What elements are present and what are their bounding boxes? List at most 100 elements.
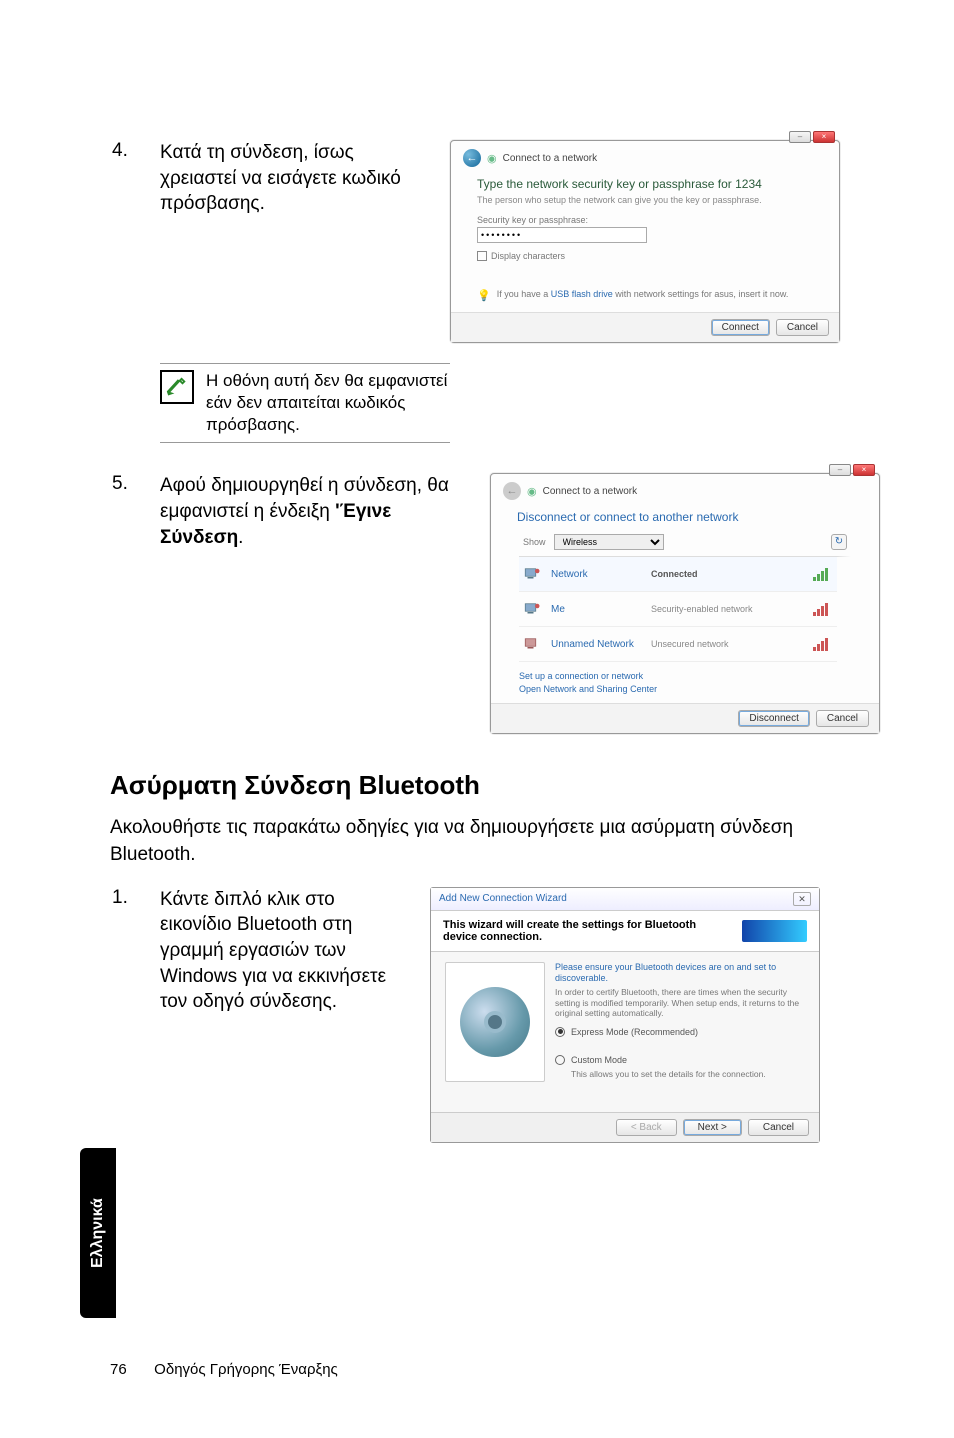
signal-icon	[813, 603, 833, 616]
cancel-button[interactable]: Cancel	[816, 710, 869, 727]
info-text-a: If you have a	[497, 289, 551, 299]
step-text: Κάντε διπλό κλικ στο εικονίδιο Bluetooth…	[160, 887, 410, 1015]
cancel-button[interactable]: Cancel	[776, 319, 829, 336]
wizard-hint-1: Please ensure your Bluetooth devices are…	[555, 962, 805, 985]
security-key-dialog-wrap: – × ← ◉ Connect to a network Type the ne…	[450, 140, 874, 343]
express-mode-radio[interactable]: Express Mode (Recommended)	[555, 1027, 805, 1037]
note-box: Η οθόνη αυτή δεν θα εμφανιστεί εάν δεν α…	[160, 363, 450, 443]
window-controls: – ×	[789, 131, 835, 143]
dialog-button-bar: Connect Cancel	[451, 312, 839, 342]
back-button: < Back	[616, 1119, 677, 1136]
back-icon[interactable]: ←	[463, 149, 481, 167]
security-key-input[interactable]	[477, 227, 647, 243]
wizard-banner: This wizard will create the settings for…	[431, 911, 819, 952]
step-text: Κατά τη σύνδεση, ίσως χρειαστεί να εισάγ…	[160, 140, 430, 217]
dialog-button-bar: Disconnect Cancel	[491, 703, 879, 733]
computer-icon	[523, 635, 541, 653]
signal-icon	[813, 638, 833, 651]
step5-text-b: .	[238, 527, 243, 548]
bluetooth-wizard: Add New Connection Wizard ✕ This wizard …	[430, 887, 820, 1143]
display-characters-checkbox[interactable]: Display characters	[477, 251, 813, 261]
field-label: Security key or passphrase:	[477, 215, 813, 225]
wizard-art	[445, 962, 545, 1082]
network-status: Security-enabled network	[651, 604, 803, 614]
close-button[interactable]: ✕	[793, 892, 811, 906]
wizard-titlebar: Add New Connection Wizard ✕	[431, 888, 819, 911]
network-list: Network Connected Me Security-enabled ne…	[519, 556, 851, 662]
section-title: Ασύρματη Σύνδεση Bluetooth	[110, 770, 874, 801]
scrollbar[interactable]: ▲ ▼	[837, 557, 851, 662]
computer-icon	[523, 600, 541, 618]
signal-icon	[813, 568, 833, 581]
dialog-title: Disconnect or connect to another network	[517, 510, 853, 524]
dialog-header: ← ◉ Connect to a network	[451, 141, 839, 171]
window-controls: – ×	[829, 464, 875, 476]
network-icon: ◉	[527, 485, 537, 498]
filter-row: Show Wireless ↻	[491, 528, 879, 556]
bluetooth-wizard-wrap: Add New Connection Wizard ✕ This wizard …	[430, 887, 874, 1143]
close-button[interactable]: ×	[813, 131, 835, 143]
document-page: 4. Κατά τη σύνδεση, ίσως χρειαστεί να ει…	[0, 0, 954, 1143]
wizard-banner-text: This wizard will create the settings for…	[443, 919, 732, 943]
setup-connection-link[interactable]: Set up a connection or network	[519, 670, 851, 683]
back-icon: ←	[503, 482, 521, 500]
step5-text-a: Αφού δημιουργηθεί η σύνδεση, θα εμφανιστ…	[160, 475, 449, 522]
language-tab: Ελληνικά	[80, 1148, 116, 1318]
network-icon: ◉	[487, 152, 497, 165]
network-name: Me	[551, 604, 641, 615]
page-footer: 76 Οδηγός Γρήγορης Έναρξης	[110, 1361, 338, 1378]
scroll-up-icon[interactable]: ▲	[838, 558, 850, 572]
dialog-links: Set up a connection or network Open Netw…	[491, 666, 879, 703]
step-number: 4.	[110, 140, 140, 162]
security-key-dialog: – × ← ◉ Connect to a network Type the ne…	[450, 140, 840, 343]
step-4-row: 4. Κατά τη σύνδεση, ίσως χρειαστεί να ει…	[110, 140, 874, 343]
list-item[interactable]: Me Security-enabled network	[519, 592, 837, 627]
usb-link[interactable]: USB flash drive	[551, 289, 613, 299]
network-status: Unsecured network	[651, 639, 803, 649]
page-number: 76	[110, 1361, 150, 1378]
minimize-button[interactable]: –	[829, 464, 851, 476]
banner-graphic	[742, 920, 807, 942]
show-select[interactable]: Wireless	[554, 534, 664, 550]
custom-mode-radio[interactable]: Custom Mode	[555, 1055, 805, 1065]
info-hint: 💡 If you have a USB flash drive with net…	[477, 289, 813, 302]
step-number: 5.	[110, 473, 140, 495]
checkbox-icon	[477, 251, 487, 261]
list-item[interactable]: Unnamed Network Unsecured network	[519, 627, 837, 662]
open-sharing-center-link[interactable]: Open Network and Sharing Center	[519, 683, 851, 696]
section-intro: Ακολουθήστε τις παρακάτω οδηγίες για να …	[110, 815, 874, 868]
close-button[interactable]: ×	[853, 464, 875, 476]
wizard-main: Please ensure your Bluetooth devices are…	[431, 952, 819, 1112]
network-status: Connected	[651, 569, 803, 579]
scroll-thumb[interactable]	[839, 574, 849, 604]
scroll-down-icon[interactable]: ▼	[838, 647, 850, 661]
wizard-window-title: Add New Connection Wizard	[439, 893, 567, 904]
radio-icon	[555, 1027, 565, 1037]
radio-label: Express Mode (Recommended)	[571, 1027, 698, 1037]
list-item[interactable]: Network Connected	[519, 557, 837, 592]
network-name: Unnamed Network	[551, 639, 641, 650]
next-button[interactable]: Next >	[683, 1119, 742, 1136]
note-text: Η οθόνη αυτή δεν θα εμφανιστεί εάν δεν α…	[206, 370, 450, 436]
dialog-title: Type the network security key or passphr…	[477, 177, 813, 191]
footer-title: Οδηγός Γρήγορης Έναρξης	[154, 1361, 338, 1378]
connect-button[interactable]: Connect	[711, 319, 770, 336]
step-text: Αφού δημιουργηθεί η σύνδεση, θα εμφανιστ…	[160, 473, 470, 550]
dialog-header: ← ◉ Connect to a network	[491, 474, 879, 504]
disconnect-button[interactable]: Disconnect	[738, 710, 809, 727]
show-label: Show	[523, 537, 546, 547]
info-text-b: with network settings for asus, insert i…	[613, 289, 789, 299]
breadcrumb: Connect to a network	[543, 486, 638, 497]
lightbulb-icon: 💡	[477, 289, 491, 302]
note-icon	[160, 370, 194, 404]
minimize-button[interactable]: –	[789, 131, 811, 143]
dialog-subtitle: The person who setup the network can giv…	[477, 195, 813, 205]
refresh-button[interactable]: ↻	[831, 534, 847, 550]
wizard-options: Please ensure your Bluetooth devices are…	[555, 962, 805, 1088]
network-list-dialog: – × ← ◉ Connect to a network Disconnect …	[490, 473, 880, 734]
network-list-dialog-wrap: – × ← ◉ Connect to a network Disconnect …	[490, 473, 880, 734]
wizard-button-bar: < Back Next > Cancel	[431, 1112, 819, 1142]
checkbox-label: Display characters	[491, 251, 565, 261]
cancel-button[interactable]: Cancel	[748, 1119, 809, 1136]
disc-icon	[460, 987, 530, 1057]
